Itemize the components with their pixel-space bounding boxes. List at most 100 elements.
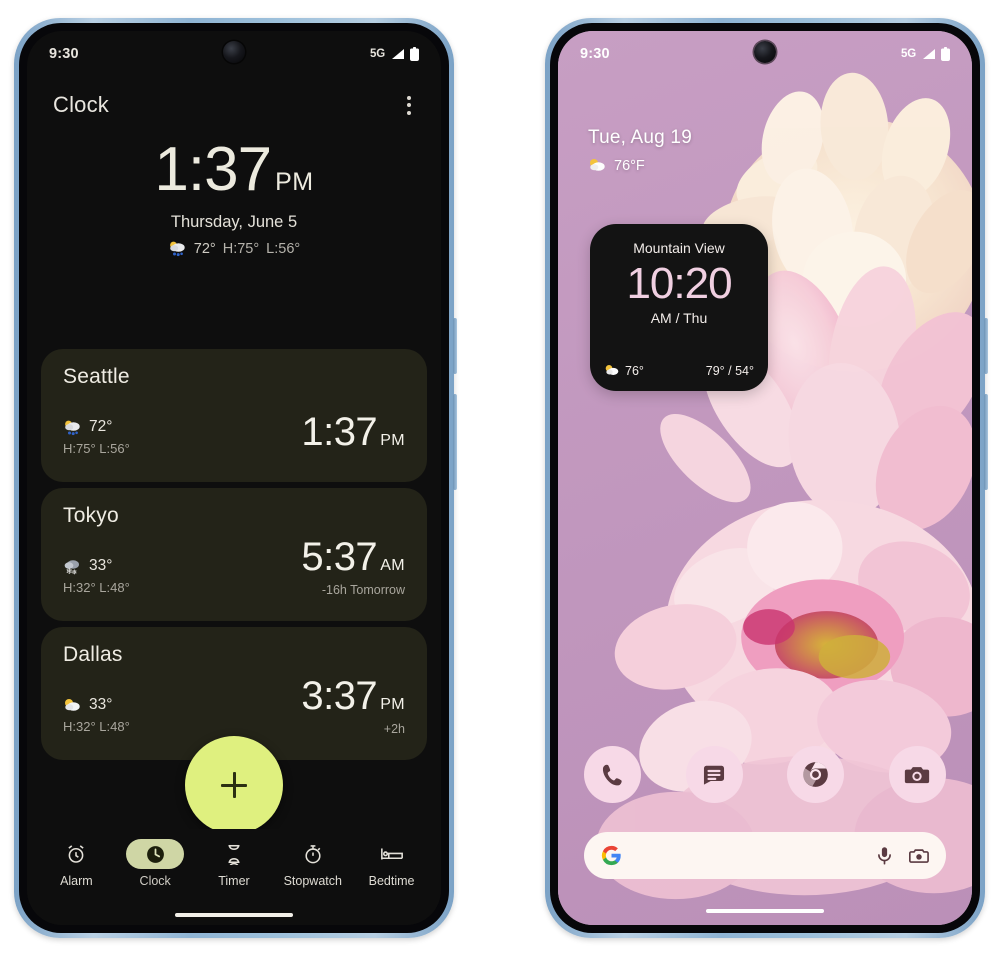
nav-item-timer[interactable]: Timer	[195, 839, 273, 888]
city-temp: 33°	[89, 557, 113, 574]
nav-label: Alarm	[60, 874, 93, 888]
city-name: Seattle	[63, 365, 130, 388]
app-dock	[584, 746, 946, 803]
city-temp: 33°	[89, 696, 113, 713]
battery-icon	[410, 47, 419, 61]
gesture-bar[interactable]	[175, 913, 293, 917]
widget-highlow: 79° / 54°	[705, 363, 754, 378]
dock-item-camera[interactable]	[888, 746, 946, 803]
hero-high: H:75°	[222, 240, 260, 257]
city-time-ampm: AM	[380, 557, 405, 574]
city-temp-row: 33°	[63, 696, 130, 714]
nav-pill	[363, 839, 421, 869]
power-button[interactable]	[453, 318, 457, 374]
nav-pill	[205, 839, 263, 869]
nav-label: Timer	[218, 874, 250, 888]
sun-behind-rain-cloud-icon	[65, 420, 80, 435]
city-time: 1:37 PM	[301, 412, 405, 452]
status-icons: 5G	[901, 47, 950, 61]
power-button[interactable]	[984, 318, 988, 374]
google-search-bar[interactable]	[584, 832, 946, 879]
city-time-wrap: 1:37 PM	[301, 412, 405, 458]
nav-pill	[284, 839, 342, 869]
microphone-icon[interactable]	[874, 845, 895, 866]
screenshot-root: 9:30 5G Clock 1:37 PM Thursday, June 5 7…	[0, 0, 1000, 959]
bed-icon	[380, 848, 403, 860]
widget-now: 76°	[604, 363, 644, 378]
nav-item-alarm[interactable]: Alarm	[37, 839, 115, 888]
page-title: Clock	[53, 92, 110, 117]
hero-weather: 72° H:75° L:56°	[27, 240, 441, 257]
widget-time: 10:20	[626, 259, 732, 308]
network-label: 5G	[901, 48, 916, 60]
city-temp-row: 72°	[63, 418, 130, 436]
search-actions	[874, 845, 930, 867]
city-time: 5:37 AM	[301, 537, 405, 577]
status-time: 9:30	[580, 46, 610, 62]
status-icons: 5G	[370, 47, 419, 61]
city-temp: 72°	[89, 418, 113, 435]
city-time: 3:37 PM	[301, 676, 405, 716]
widget-city: Mountain View	[633, 240, 725, 256]
city-weather: ❄ ❄ 33° H:32° L:48°	[63, 557, 130, 595]
svg-text:❄: ❄	[72, 568, 78, 575]
clock-icon	[146, 845, 164, 863]
nav-item-clock[interactable]: Clock	[116, 839, 194, 888]
hero-date: Thursday, June 5	[170, 213, 298, 231]
city-name: Tokyo	[63, 504, 119, 527]
dock-item-phone[interactable]	[584, 746, 641, 803]
hero-low: L:56°	[266, 240, 301, 257]
hero-time: 1:37 PM	[154, 139, 313, 201]
city-card-seattle[interactable]: Seattle 72° H:75° L:56° 1:37 PM	[41, 349, 427, 482]
dock-item-chrome[interactable]	[787, 746, 845, 803]
city-weather: 72° H:75° L:56°	[63, 418, 130, 456]
volume-button[interactable]	[453, 394, 457, 490]
signal-bars-icon	[923, 49, 935, 59]
widget-now-temp: 76°	[625, 363, 644, 378]
city-offset: -16h Tomorrow	[321, 583, 405, 597]
hero-time-value: 1:37	[154, 135, 272, 204]
status-time: 9:30	[49, 46, 79, 62]
network-label: 5G	[370, 48, 385, 60]
sun-behind-cloud-icon	[590, 159, 605, 171]
city-time-value: 3:37	[301, 674, 378, 718]
nav-pill	[47, 839, 105, 869]
google-g-icon	[601, 845, 621, 866]
hero-clock: 1:37 PM Thursday, June 5 72° H:75° L:56°	[27, 139, 441, 257]
volume-button[interactable]	[984, 394, 988, 490]
phone-bezel: 9:30 5G Clock 1:37 PM Thursday, June 5 7…	[19, 23, 449, 933]
nav-item-stopwatch[interactable]: Stopwatch	[274, 839, 352, 888]
stopwatch-icon	[305, 845, 321, 864]
sun-behind-cloud-icon	[605, 365, 619, 375]
front-camera-icon	[754, 41, 776, 63]
clock-app-screen: 9:30 5G Clock 1:37 PM Thursday, June 5 7…	[27, 31, 441, 925]
battery-icon	[941, 47, 950, 61]
home-weather: 76°F	[588, 157, 692, 174]
dock-item-messages[interactable]	[685, 746, 743, 803]
city-time-ampm: PM	[380, 696, 405, 713]
city-name: Dallas	[63, 643, 123, 666]
nav-label: Bedtime	[368, 874, 415, 888]
gesture-bar[interactable]	[706, 909, 824, 913]
city-time-wrap: 3:37 PM +2h	[301, 676, 405, 736]
hero-temp: 72°	[193, 240, 216, 257]
phone-device-home: 9:30 5G Tue, Aug 19 76°F Mountain View 1…	[545, 18, 988, 938]
city-highlow: H:32° L:48°	[63, 580, 130, 595]
plus-icon	[221, 772, 247, 798]
more-vert-icon[interactable]	[403, 90, 415, 121]
google-lens-icon[interactable]	[908, 845, 930, 867]
city-list: Seattle 72° H:75° L:56° 1:37 PM Tokyo ❄ …	[41, 349, 427, 766]
city-time-value: 5:37	[301, 535, 378, 579]
front-camera-icon	[223, 41, 245, 63]
home-date: Tue, Aug 19	[588, 127, 692, 148]
phone-bezel: 9:30 5G Tue, Aug 19 76°F Mountain View 1…	[550, 23, 980, 933]
city-card-tokyo[interactable]: Tokyo ❄ ❄ 33° H:32° L:48° 5:37 AM -16h T…	[41, 488, 427, 621]
camera-icon	[905, 766, 930, 783]
phone-icon	[602, 764, 622, 785]
nav-label: Clock	[139, 874, 171, 888]
nav-item-bedtime[interactable]: Bedtime	[353, 839, 431, 888]
clock-widget[interactable]: Mountain View 10:20 AM / Thu 76° 79° / 5…	[590, 224, 768, 391]
city-weather: 33° H:32° L:48°	[63, 696, 130, 734]
add-city-fab[interactable]	[185, 736, 283, 834]
at-a-glance[interactable]: Tue, Aug 19 76°F	[588, 127, 692, 174]
